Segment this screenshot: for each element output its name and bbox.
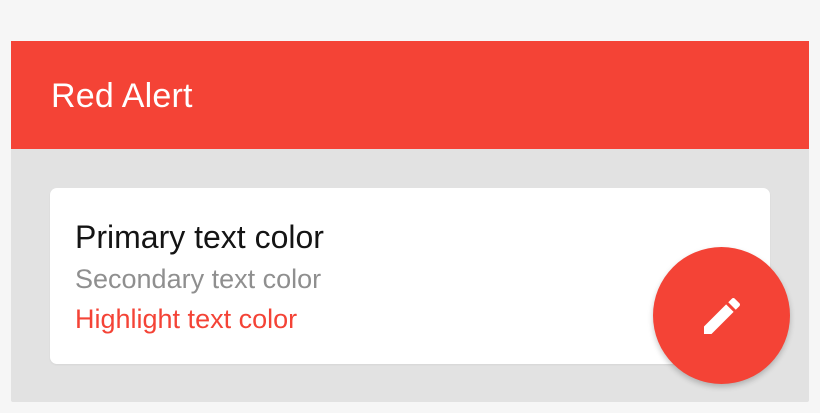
secondary-text: Secondary text color bbox=[75, 264, 322, 294]
pencil-icon bbox=[703, 297, 740, 334]
app-bar: Red Alert bbox=[11, 41, 809, 149]
highlight-text: Highlight text color bbox=[75, 304, 298, 334]
primary-text: Primary text color bbox=[75, 219, 324, 255]
app-title: Red Alert bbox=[51, 76, 193, 115]
edit-fab[interactable] bbox=[653, 247, 790, 384]
